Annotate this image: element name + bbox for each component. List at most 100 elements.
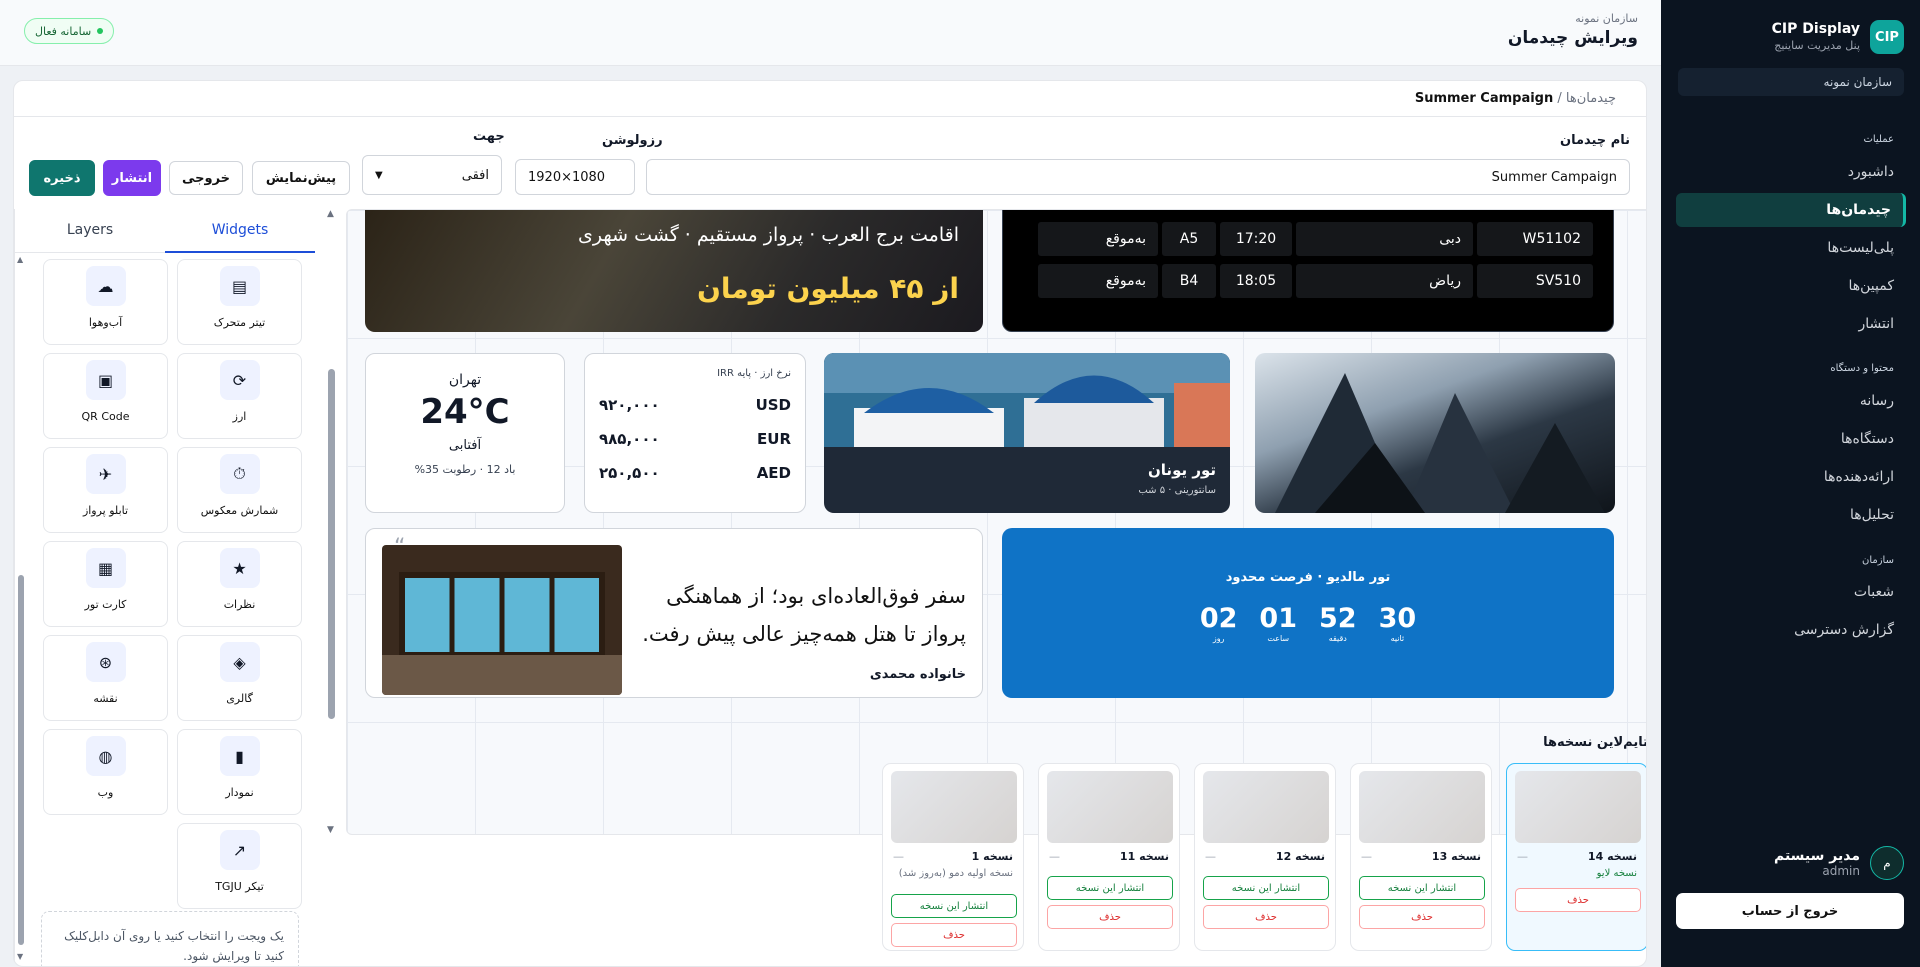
promo-widget[interactable]: اقامت برج العرب · پرواز مستقیم · گشت شهر… [365,210,983,332]
preview-button[interactable]: پیش‌نمایش [252,161,350,195]
countdown-value: 52 [1319,603,1357,634]
group-label-ops: عملیات [1863,134,1894,145]
version-card[interactable]: نسخه 14 — نسخه لایو حذف [1506,763,1646,951]
countdown-value: 02 [1199,603,1238,634]
widget-label: QR Code [81,410,130,423]
widget-label: نمودار [225,786,254,799]
scroll-up-icon[interactable]: ▲ [17,255,23,264]
scroll-up-icon[interactable]: ▲ [327,209,334,219]
tab-widgets[interactable]: Widgets [165,209,315,253]
flight-status: به‌موقع [1038,222,1158,256]
delete-version-button[interactable]: حذف [1515,888,1641,912]
timeline-title: تایم‌لاین نسخه‌ها [1543,735,1647,750]
widget-bus[interactable]: ▦ کارت تور [43,541,168,627]
nav-analytics[interactable]: تحلیل‌ها [1676,498,1906,532]
version-card[interactable]: نسخه 1 — نسخه اولیه دمو (به‌روز شد) انتشار … [882,763,1024,951]
currency-row: AED ۲۵۰,۵۰۰ [599,464,791,482]
widget-label: ارز [232,410,247,423]
delete-version-button[interactable]: حذف [1359,905,1485,929]
delete-version-button[interactable]: حذف [1047,905,1173,929]
weather-detail: باد 12 · رطوبت 35% [414,463,516,476]
widget-label: گالری [226,692,253,705]
app-title: CIP Display [1771,21,1860,37]
scroll-down-icon[interactable]: ▼ [327,825,334,835]
panel-scrollbar[interactable]: ▲ ▼ [17,255,25,961]
weather-temp: 24°C [420,392,510,432]
layout-name-input[interactable] [646,159,1630,195]
widget-chart[interactable]: ▮ نمودار [177,729,302,815]
countdown-widget[interactable]: تور مالدیو · فرصت محدود 30 ثانیه 52 دقیقه … [1002,528,1614,698]
nav-providers[interactable]: ارائه‌دهنده‌ها [1676,460,1906,494]
currency-code: USD [755,396,791,414]
scroll-down-icon[interactable]: ▼ [17,952,23,961]
widget-star[interactable]: ★ نظرات [177,541,302,627]
ticker-icon: ▤ [219,266,260,306]
nav-devices[interactable]: دستگاه‌ها [1676,422,1906,456]
flight-gate: B4 [1162,264,1216,298]
nav-access-report[interactable]: گزارش دسترسی [1676,613,1906,647]
testimonial-widget[interactable]: “ سفر فوق‌العاده‌ای بود؛ از هماهنگی پروا… [365,528,983,698]
canvas-scrollbar[interactable]: ▲ ▼ [325,209,339,835]
flight-time: 17:20 [1220,222,1292,256]
nav-publish[interactable]: انتشار [1676,307,1906,341]
sidebar: CIP CIP Display پنل مدیریت ساینیج سازمان… [1661,0,1920,967]
logout-button[interactable]: خروج از حساب [1676,893,1904,929]
publish-version-button[interactable]: انتشار این نسخه [1203,876,1329,900]
breadcrumb-root[interactable]: چیدمان‌ها [1566,91,1616,106]
countdown-unit: 30 ثانیه [1379,603,1417,643]
resolution-input[interactable] [515,159,635,195]
flight-city: دبی [1296,222,1473,256]
widget-currency[interactable]: ⟳ ارز [177,353,302,439]
tour-card-widget[interactable]: تور یونان سانتورینی · ۵ شب [824,353,1230,513]
weather-widget[interactable]: تهران 24°C آفتابی باد 12 · رطوبت 35% [365,353,565,513]
plane-icon: ✈ [85,454,126,494]
org-selector[interactable]: سازمان نمونه [1678,68,1904,96]
publish-version-button[interactable]: انتشار این نسخه [891,894,1017,918]
nav-layouts[interactable]: چیدمان‌ها [1676,193,1906,227]
export-button[interactable]: خروجی [169,161,243,195]
delete-version-button[interactable]: حذف [891,923,1017,947]
editor-card: چیدمان‌ها / Summer Campaign نام چیدمان ر… [13,80,1647,967]
line-chart-icon: ↗ [219,830,260,870]
version-card[interactable]: نسخه 12 — انتشار این نسخه حذف [1194,763,1336,951]
map-icon: ⊛ [85,642,126,682]
weather-icon: ☁ [85,266,126,306]
version-card[interactable]: نسخه 11 — انتشار این نسخه حذف [1038,763,1180,951]
countdown-unit: 02 روز [1200,603,1238,643]
nav-campaigns[interactable]: کمپین‌ها [1676,269,1906,303]
delete-version-button[interactable]: حذف [1203,905,1329,929]
tab-layers[interactable]: Layers [15,209,165,253]
orientation-select[interactable]: افقی ▼ [362,155,502,195]
publish-version-button[interactable]: انتشار این نسخه [1047,876,1173,900]
scrollbar-thumb[interactable] [18,575,24,945]
widget-gallery[interactable]: ◈ گالری [177,635,302,721]
widget-ticker[interactable]: ▤ تیتر متحرک [177,259,302,345]
nav-dashboard[interactable]: داشبورد [1676,155,1906,189]
widget-map[interactable]: ⊛ نقشه [43,635,168,721]
publish-button[interactable]: انتشار [103,160,161,196]
widget-timer[interactable]: ⏱ شمارش معکوس [177,447,302,533]
widget-weather[interactable]: ☁ آب‌وهوا [43,259,168,345]
save-button[interactable]: ذخیره [29,160,95,196]
currency-caption: نرخ ارز · پایه IRR [717,368,791,379]
widget-plane[interactable]: ✈ تابلو پرواز [43,447,168,533]
nav-media[interactable]: رسانه [1676,384,1906,418]
nav-playlists[interactable]: پلی‌لیست‌ها [1676,231,1906,265]
countdown-label: روز [1212,634,1225,643]
version-date: — [1205,850,1216,863]
widget-label: تیتر متحرک [213,316,266,329]
globe-icon: ◍ [85,736,126,776]
publish-version-button[interactable]: انتشار این نسخه [1359,876,1485,900]
flight-board-widget[interactable]: W51102 دبی 17:20 A5 به‌موقع SV510 ریاض 1… [1002,210,1614,332]
widget-globe[interactable]: ◍ وب [43,729,168,815]
version-card[interactable]: نسخه 13 — انتشار این نسخه حذف [1350,763,1492,951]
currency-widget[interactable]: نرخ ارز · پایه IRR USD ۹۲۰,۰۰۰ EUR ۹۸۵,۰… [584,353,806,513]
scrollbar-thumb[interactable] [328,369,335,719]
widget-qr[interactable]: ▣ QR Code [43,353,168,439]
currency-code: AED [756,464,791,482]
resolution-label: رزولوشن [602,133,663,148]
building-image-widget[interactable] [1255,353,1615,513]
nav-branches[interactable]: شعبات [1676,575,1906,609]
widget-line-chart[interactable]: ↗ تیکر TGJU [177,823,302,909]
widget-label: آب‌وهوا [88,316,123,329]
